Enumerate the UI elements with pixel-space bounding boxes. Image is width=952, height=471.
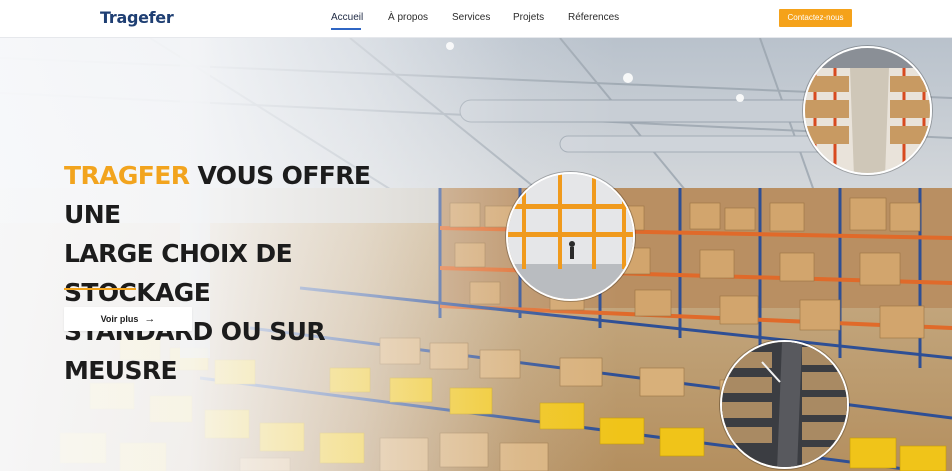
headline-line-1: TRAGFER VOUS OFFRE UNE [64, 156, 424, 234]
nav-item-a-propos[interactable]: À propos [388, 12, 428, 23]
racking-aisle-illustration [805, 48, 930, 173]
circular-image-tall-shelves [720, 340, 849, 469]
circular-image-racking-aisle [803, 46, 932, 175]
hero-headline: TRAGFER VOUS OFFRE UNE LARGE CHOIX DE ST… [64, 156, 424, 390]
voir-plus-button[interactable]: Voir plus → [64, 307, 192, 331]
headline-brand: TRAGFER [64, 161, 190, 190]
orange-racking-illustration [508, 174, 633, 299]
headline-divider [64, 288, 136, 290]
arrow-right-icon: → [144, 312, 156, 325]
nav-item-projets[interactable]: Projets [513, 12, 544, 23]
nav-item-services[interactable]: Services [452, 12, 490, 23]
voir-plus-label: Voir plus [100, 314, 139, 324]
nav-item-references[interactable]: Réferences [568, 12, 619, 23]
nav-active-underline [331, 28, 361, 30]
contact-button[interactable]: Contactez-nous [779, 9, 852, 27]
hero-section: TRAGFER VOUS OFFRE UNE LARGE CHOIX DE ST… [0, 38, 952, 471]
site-header: Tragefer Accueil À propos Services Proje… [0, 0, 952, 38]
tall-shelves-illustration [722, 342, 847, 467]
headline-line-2: LARGE CHOIX DE STOCKAGE [64, 239, 293, 307]
circular-image-orange-racking [506, 172, 635, 301]
nav-item-accueil[interactable]: Accueil [331, 12, 363, 23]
